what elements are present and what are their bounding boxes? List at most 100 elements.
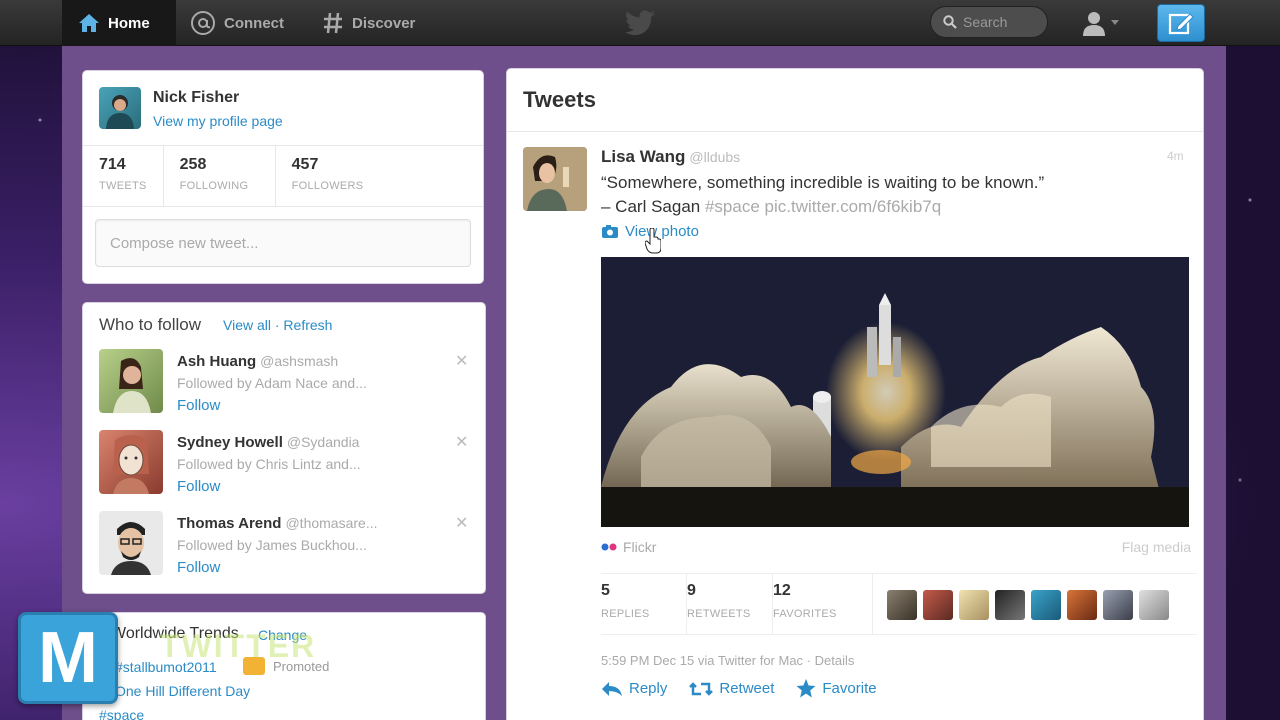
nav-discover[interactable]: Discover xyxy=(322,0,415,46)
suggestion-handle[interactable]: @thomasare... xyxy=(285,515,377,531)
tweet-quote-author: – Carl Sagan xyxy=(601,197,701,216)
flickr-source[interactable]: Flickr xyxy=(601,539,656,555)
suggestion-handle[interactable]: @ashsmash xyxy=(260,353,338,369)
favoriter-avatar[interactable] xyxy=(923,590,953,620)
favoriter-avatar[interactable] xyxy=(1031,590,1061,620)
stat-favorites[interactable]: 12 FAVORITES xyxy=(773,574,873,634)
twitter-bird-icon[interactable] xyxy=(625,10,657,36)
who-to-follow-title: Who to follow xyxy=(99,315,202,334)
suggestion-avatar[interactable] xyxy=(99,430,163,494)
reply-button[interactable]: Reply xyxy=(601,679,667,698)
tweets-panel: Tweets Lisa Wang @lldubs 4m “Somewhere, s… xyxy=(506,68,1204,720)
tweet-author-avatar[interactable] xyxy=(523,147,587,211)
favorite-button[interactable]: Favorite xyxy=(796,679,877,698)
suggestion-avatar-image xyxy=(111,522,151,575)
nav-connect-label: Connect xyxy=(224,14,284,32)
user-icon xyxy=(1083,12,1105,36)
follow-button[interactable]: Follow xyxy=(177,559,220,576)
flickr-label: Flickr xyxy=(623,539,657,555)
follow-button[interactable]: Follow xyxy=(177,478,220,495)
suggestion-name-text[interactable]: Thomas Arend xyxy=(177,515,281,532)
follow-button[interactable]: Follow xyxy=(177,397,220,414)
tweet-author-avatar-image xyxy=(523,147,587,211)
retweet-button[interactable]: Retweet xyxy=(689,679,774,698)
photo-meta-bar: Flickr Flag media xyxy=(601,539,1191,559)
suggestion-followed-by: Followed by Adam Nace and... xyxy=(177,375,367,391)
dismiss-suggestion-close-icon[interactable]: ✕ xyxy=(455,513,468,533)
search-input[interactable] xyxy=(963,14,1043,30)
reply-label: Reply xyxy=(629,680,668,697)
suggestion-followed-by: Followed by Chris Lintz and... xyxy=(177,456,361,472)
suggestion-name: Ash Huang @ashsmash xyxy=(177,353,338,370)
dismiss-suggestion-close-icon[interactable]: ✕ xyxy=(455,351,468,371)
profile-name: Nick Fisher xyxy=(153,89,240,106)
flag-media-link[interactable]: Flag media xyxy=(1122,539,1191,555)
stat-following-count: 258 xyxy=(179,156,207,173)
tweet-text-line: “Somewhere, something incredible is wait… xyxy=(601,173,1045,192)
tweet-meta[interactable]: 5:59 PM Dec 15 via Twitter for Mac · Det… xyxy=(601,653,854,668)
dismiss-suggestion-close-icon[interactable]: ✕ xyxy=(455,432,468,452)
nav-home[interactable]: Home xyxy=(62,0,176,46)
tweet-timestamp[interactable]: 4m xyxy=(1167,149,1184,163)
stat-followers-count: 457 xyxy=(291,156,319,173)
top-nav-bar: Home Connect Discover xyxy=(0,0,1280,46)
trend-item[interactable]: #space xyxy=(99,707,144,720)
photo-icon xyxy=(602,224,618,238)
tweet-stats: 5 REPLIES 9 RETWEETS 12 FAVORITES xyxy=(601,573,1197,635)
tweet-author: Lisa Wang @lldubs xyxy=(601,147,740,167)
compose-icon xyxy=(1168,13,1194,35)
compose-tweet-input[interactable] xyxy=(95,219,471,267)
suggestion-row: Sydney Howell @Sydandia Followed by Chris… xyxy=(83,430,487,510)
user-menu[interactable] xyxy=(1080,8,1124,38)
favoriter-avatar[interactable] xyxy=(887,590,917,620)
suggestion-avatar-image xyxy=(113,435,149,494)
favoriter-avatar[interactable] xyxy=(1103,590,1133,620)
tweet-author-handle[interactable]: @lldubs xyxy=(689,149,740,165)
stat-following-label: FOLLOWING xyxy=(179,180,249,192)
who-to-follow-card: Who to follow View all · Refresh Ash Hua… xyxy=(82,302,486,594)
suggestion-avatar[interactable] xyxy=(99,349,163,413)
favorites-count: 12 xyxy=(773,582,791,599)
trend-item[interactable]: One Hill Different Day xyxy=(115,683,250,699)
nav-home-label: Home xyxy=(108,14,150,32)
view-profile-link[interactable]: View my profile page xyxy=(153,113,283,129)
retweets-count: 9 xyxy=(687,582,696,599)
stat-followers-label: FOLLOWERS xyxy=(291,180,364,192)
favoriters-avatars xyxy=(873,574,1169,634)
stat-tweets-label: TWEETS xyxy=(99,180,147,192)
suggestion-row: Thomas Arend @thomasare... Followed by Ja… xyxy=(83,511,487,591)
favoriter-avatar[interactable] xyxy=(995,590,1025,620)
suggestion-handle[interactable]: @Sydandia xyxy=(287,434,360,450)
favorite-label: Favorite xyxy=(822,680,877,697)
view-all-refresh-links[interactable]: View all · Refresh xyxy=(223,317,332,333)
tweet-photo[interactable] xyxy=(601,257,1189,527)
favoriter-avatar[interactable] xyxy=(959,590,989,620)
tweet-hashtag-link[interactable]: #space pic.twitter.com/6f6kib7q xyxy=(705,197,941,216)
stat-following[interactable]: 258 FOLLOWING xyxy=(164,146,276,206)
profile-avatar[interactable] xyxy=(99,87,141,129)
stat-tweets[interactable]: 714 TWEETS xyxy=(83,146,164,206)
compose-tweet-button[interactable] xyxy=(1157,4,1205,42)
nav-connect[interactable]: Connect xyxy=(190,0,284,46)
suggestion-name-text[interactable]: Sydney Howell xyxy=(177,434,283,451)
retweet-icon xyxy=(689,681,714,696)
profile-card: Nick Fisher View my profile page 714 TWE… xyxy=(82,70,484,284)
search-box[interactable] xyxy=(930,6,1048,38)
favoriter-avatar[interactable] xyxy=(1067,590,1097,620)
hash-icon xyxy=(324,12,342,34)
view-photo-label: View photo xyxy=(625,223,699,240)
suggestion-avatar[interactable] xyxy=(99,511,163,575)
stat-followers[interactable]: 457 FOLLOWERS xyxy=(276,146,380,206)
flickr-icon xyxy=(601,543,617,551)
stat-retweets[interactable]: 9 RETWEETS xyxy=(687,574,773,634)
divider xyxy=(507,131,1203,132)
suggestion-name-text[interactable]: Ash Huang xyxy=(177,353,256,370)
shuttle-launch-image xyxy=(601,257,1189,527)
watermark-text: TWITTER xyxy=(160,628,317,664)
retweets-label: RETWEETS xyxy=(687,608,751,620)
stat-replies[interactable]: 5 REPLIES xyxy=(601,574,687,634)
tweet-author-name[interactable]: Lisa Wang xyxy=(601,147,685,166)
favoriter-avatar[interactable] xyxy=(1139,590,1169,620)
profile-stats: 714 TWEETS 258 FOLLOWING 457 FOLLOWERS xyxy=(83,145,483,207)
home-icon xyxy=(79,14,99,32)
